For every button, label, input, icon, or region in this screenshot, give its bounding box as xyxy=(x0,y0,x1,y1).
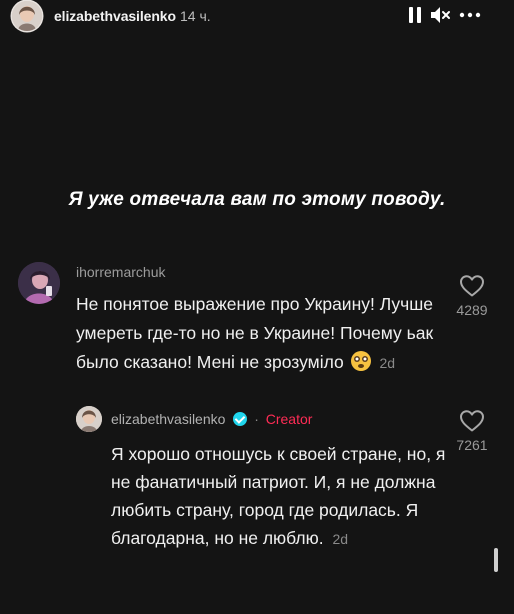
pause-icon[interactable] xyxy=(408,7,422,23)
scrollbar[interactable] xyxy=(494,548,498,572)
author-avatar[interactable] xyxy=(12,1,42,31)
more-options-icon[interactable] xyxy=(458,6,482,24)
reply-header: elizabethvasilenko · Creator xyxy=(111,411,312,427)
comment-age: 2d xyxy=(379,355,396,371)
verified-badge-icon xyxy=(233,412,248,426)
comment: ihorremarchuk Не понятое выражение про У… xyxy=(16,262,496,402)
like-count: 7261 xyxy=(456,437,488,453)
creator-reply: elizabethvasilenko · Creator Я хорошо от… xyxy=(76,406,496,576)
separator-dot: · xyxy=(254,411,259,427)
heart-icon[interactable] xyxy=(459,274,485,298)
creator-username[interactable]: elizabethvasilenko xyxy=(111,411,225,427)
comment-like[interactable]: 4289 xyxy=(449,274,495,318)
commenter-avatar[interactable] xyxy=(18,262,60,304)
reply-age: 2d xyxy=(332,531,349,547)
comment-text-block: Не понятое выражение про Украину! Лучше … xyxy=(76,290,451,378)
like-count: 4289 xyxy=(456,302,488,318)
heart-icon[interactable] xyxy=(459,409,485,433)
reply-like[interactable]: 7261 xyxy=(450,409,494,453)
post-time: 14 ч. xyxy=(180,8,211,24)
mute-icon[interactable] xyxy=(430,6,452,24)
flushed-face-icon xyxy=(350,351,371,371)
creator-avatar[interactable] xyxy=(76,406,102,432)
creator-label: Creator xyxy=(265,411,313,427)
story-header: elizabethvasilenko 14 ч. xyxy=(0,0,514,34)
author-username[interactable]: elizabethvasilenko xyxy=(54,8,176,24)
commenter-username[interactable]: ihorremarchuk xyxy=(76,264,165,280)
video-caption: Я уже отвечала вам по этому поводу. xyxy=(68,189,446,210)
reply-text-block: Я хорошо отношусь к своей стране, но, я … xyxy=(111,440,451,553)
reply-text: Я хорошо отношусь к своей стране, но, я … xyxy=(111,444,446,548)
